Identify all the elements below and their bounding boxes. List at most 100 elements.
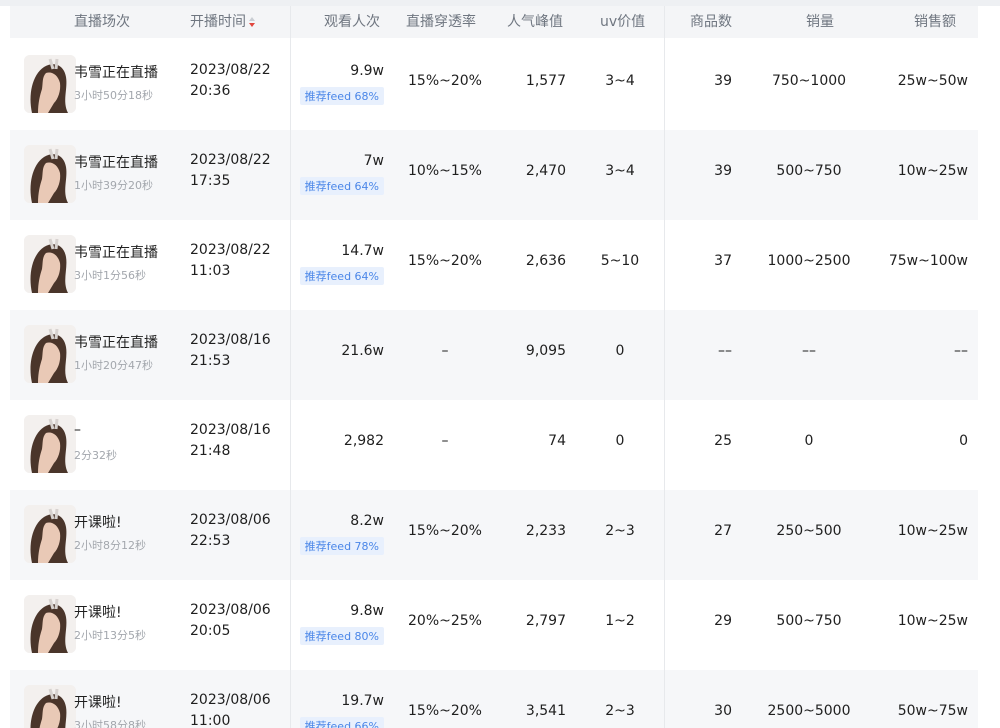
- session-title[interactable]: 开课啦!: [74, 602, 122, 622]
- session-title[interactable]: 韦雪正在直播: [74, 242, 158, 262]
- peak-value: 2,470: [526, 163, 566, 179]
- start-date: 2023/08/06: [190, 510, 271, 531]
- header-session[interactable]: 直播场次: [74, 6, 130, 38]
- start-date: 2023/08/22: [190, 60, 271, 81]
- table-row[interactable]: 韦雪正在直播3小时50分18秒2023/08/2220:369.9w推荐feed…: [10, 40, 978, 130]
- sales-amount: 75w~100w: [889, 253, 968, 269]
- views-value: 14.7w: [341, 243, 384, 259]
- avatar-image: [24, 145, 76, 203]
- table-row[interactable]: 韦雪正在直播3小时1分56秒2023/08/2211:0314.7w推荐feed…: [10, 220, 978, 310]
- session-duration: 3小时1分56秒: [74, 267, 146, 283]
- avatar-image: [24, 595, 76, 653]
- sales-amount: 10w~25w: [898, 613, 968, 629]
- start-date: 2023/08/22: [190, 240, 271, 261]
- session-title[interactable]: –: [74, 422, 81, 438]
- header-penetration[interactable]: 直播穿透率: [406, 6, 476, 38]
- table-row[interactable]: 开课啦!2小时13分5秒2023/08/0620:059.8w推荐feed 80…: [10, 580, 978, 670]
- goods-count: 25: [714, 433, 732, 449]
- header-views[interactable]: 观看人次: [324, 6, 380, 38]
- goods-count: 27: [714, 523, 732, 539]
- avatar-image: [24, 415, 76, 473]
- peak-value: 3,541: [526, 703, 566, 719]
- start-date: 2023/08/16: [190, 330, 271, 351]
- sales-amount: 0: [959, 433, 968, 449]
- session-duration: 2分32秒: [74, 447, 117, 463]
- header-amount[interactable]: 销售额: [914, 6, 956, 38]
- views-value: 7w: [364, 153, 384, 169]
- start-clock: 11:03: [190, 261, 271, 282]
- feed-badge: 推荐feed 78%: [300, 537, 384, 555]
- sales-value: 750~1000: [754, 73, 864, 89]
- session-title[interactable]: 韦雪正在直播: [74, 62, 158, 82]
- views-value: 9.8w: [350, 603, 384, 619]
- start-time: 2023/08/2211:03: [190, 240, 271, 282]
- start-time: 2023/08/2220:36: [190, 60, 271, 102]
- avatar[interactable]: [24, 145, 76, 203]
- avatar-image: [24, 685, 76, 728]
- start-date: 2023/08/22: [190, 150, 271, 171]
- sales-value: 500~750: [754, 163, 864, 179]
- avatar[interactable]: [24, 55, 76, 113]
- header-goods[interactable]: 商品数: [690, 6, 732, 38]
- penetration-value: 15%~20%: [390, 703, 500, 719]
- uv-value: 0: [595, 433, 645, 449]
- uv-value: 3~4: [595, 163, 645, 179]
- sort-desc-icon[interactable]: [249, 17, 255, 27]
- session-title[interactable]: 韦雪正在直播: [74, 332, 158, 352]
- penetration-value: 15%~20%: [390, 523, 500, 539]
- table-row[interactable]: –2分32秒2023/08/1621:482,982–7402500: [10, 400, 978, 490]
- penetration-value: 10%~15%: [390, 163, 500, 179]
- goods-count: 39: [714, 73, 732, 89]
- sales-amount: 50w~75w: [898, 703, 968, 719]
- start-time: 2023/08/1621:48: [190, 420, 271, 462]
- session-duration: 1小时39分20秒: [74, 177, 153, 193]
- feed-badge: 推荐feed 64%: [300, 177, 384, 195]
- goods-count: 39: [714, 163, 732, 179]
- column-divider: [664, 6, 665, 728]
- views-value: 2,982: [344, 433, 384, 449]
- goods-count: ––: [718, 343, 732, 359]
- avatar-image: [24, 325, 76, 383]
- session-title[interactable]: 韦雪正在直播: [74, 152, 158, 172]
- start-clock: 21:48: [190, 441, 271, 462]
- table-row[interactable]: 开课啦!3小时58分8秒2023/08/0611:0019.7w推荐feed 6…: [10, 670, 978, 728]
- header-start-time[interactable]: 开播时间: [190, 6, 255, 38]
- uv-value: 2~3: [595, 523, 645, 539]
- views-value: 9.9w: [350, 63, 384, 79]
- peak-value: 9,095: [526, 343, 566, 359]
- sales-value: 0: [754, 433, 864, 449]
- header-sales[interactable]: 销量: [806, 6, 834, 38]
- uv-value: 0: [595, 343, 645, 359]
- header-start-time-label: 开播时间: [190, 14, 246, 30]
- avatar[interactable]: [24, 235, 76, 293]
- sales-value: 2500~5000: [754, 703, 864, 719]
- avatar[interactable]: [24, 325, 76, 383]
- table-row[interactable]: 韦雪正在直播1小时20分47秒2023/08/1621:5321.6w–9,09…: [10, 310, 978, 400]
- session-title[interactable]: 开课啦!: [74, 692, 122, 712]
- views-value: 19.7w: [341, 693, 384, 709]
- start-time: 2023/08/0622:53: [190, 510, 271, 552]
- session-title[interactable]: 开课啦!: [74, 512, 122, 532]
- avatar[interactable]: [24, 595, 76, 653]
- header-peak[interactable]: 人气峰值: [507, 6, 563, 38]
- sales-value: 250~500: [754, 523, 864, 539]
- uv-value: 2~3: [595, 703, 645, 719]
- start-time: 2023/08/2217:35: [190, 150, 271, 192]
- avatar[interactable]: [24, 505, 76, 563]
- start-clock: 22:53: [190, 531, 271, 552]
- feed-badge: 推荐feed 80%: [300, 627, 384, 645]
- start-clock: 11:00: [190, 711, 271, 728]
- goods-count: 29: [714, 613, 732, 629]
- table-row[interactable]: 开课啦!2小时8分12秒2023/08/0622:538.2w推荐feed 78…: [10, 490, 978, 580]
- avatar[interactable]: [24, 685, 76, 728]
- start-clock: 20:36: [190, 81, 271, 102]
- penetration-value: –: [390, 433, 500, 449]
- peak-value: 2,636: [526, 253, 566, 269]
- start-clock: 17:35: [190, 171, 271, 192]
- avatar-image: [24, 235, 76, 293]
- table-row[interactable]: 韦雪正在直播 1小时39分20秒 2023/08/2217:35 7w 推荐feed 6…: [10, 130, 978, 220]
- views-value: 21.6w: [341, 343, 384, 359]
- header-uv[interactable]: uv价值: [600, 6, 645, 38]
- uv-value: 1~2: [595, 613, 645, 629]
- avatar[interactable]: [24, 415, 76, 473]
